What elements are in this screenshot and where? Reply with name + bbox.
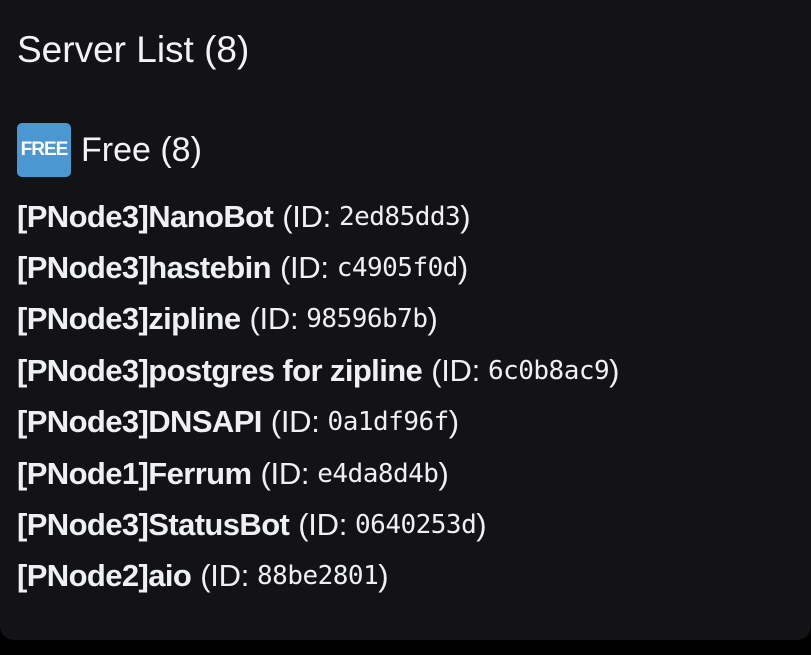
server-name: [PNode3]postgres for zipline: [17, 352, 423, 388]
server-id-suffix: ): [609, 352, 620, 388]
server-row: [PNode3]StatusBot (ID: 0640253d ): [17, 499, 619, 550]
server-id-suffix: ): [427, 301, 438, 337]
server-row: [PNode3]hastebin (ID: c4905f0d ): [17, 242, 619, 293]
server-id-suffix: ): [438, 455, 449, 491]
server-id-suffix: ): [448, 404, 459, 440]
server-id-prefix: (ID:: [298, 507, 348, 543]
server-id: 6c0b8ac9: [487, 355, 610, 386]
server-id-suffix: ): [378, 558, 389, 594]
page-title: Server List (8): [17, 29, 250, 70]
server-id-prefix: (ID:: [282, 198, 331, 234]
server-name: [PNode3]DNSAPI: [17, 404, 262, 440]
server-id: c4905f0d: [336, 253, 459, 284]
server-id: 0a1df96f: [327, 407, 450, 438]
server-name: [PNode3]zipline: [17, 301, 241, 337]
server-id-prefix: (ID:: [200, 558, 250, 594]
server-list-message: Server List (8) FREE Free (8) [PNode3]Na…: [0, 0, 811, 640]
server-id-prefix: (ID:: [260, 455, 310, 491]
server-id: 98596b7b: [306, 304, 428, 335]
server-id-prefix: (ID:: [431, 352, 480, 388]
server-id-prefix: (ID:: [279, 250, 329, 286]
free-badge-icon: FREE: [17, 123, 71, 177]
server-row: [PNode1]Ferrum (ID: e4da8d4b ): [17, 448, 619, 499]
server-id-prefix: (ID:: [249, 301, 299, 337]
server-name: [PNode2]aio: [17, 558, 192, 594]
section-header-free: FREE Free (8): [17, 122, 202, 178]
server-id: 2ed85dd3: [338, 201, 461, 232]
server-row: [PNode2]aio (ID: 88be2801 ): [17, 551, 619, 602]
server-row: [PNode3]DNSAPI (ID: 0a1df96f ): [17, 397, 619, 448]
server-name: [PNode1]Ferrum: [17, 455, 252, 491]
section-title: Free (8): [81, 130, 202, 169]
server-id-prefix: (ID:: [270, 404, 320, 440]
server-id-suffix: ): [460, 198, 471, 234]
server-name: [PNode3]NanoBot: [17, 198, 274, 234]
server-id-suffix: ): [457, 250, 468, 286]
server-row: [PNode3]NanoBot (ID: 2ed85dd3 ): [17, 191, 619, 242]
server-row: [PNode3]postgres for zipline (ID: 6c0b8a…: [17, 345, 620, 396]
server-id: 88be2801: [257, 561, 379, 592]
server-id: 0640253d: [355, 510, 477, 541]
server-id-suffix: ): [476, 507, 487, 543]
server-id: e4da8d4b: [317, 458, 439, 489]
server-name: [PNode3]hastebin: [17, 250, 272, 286]
server-list: [PNode3]NanoBot (ID: 2ed85dd3 ) [PNode3]…: [17, 191, 620, 602]
server-name: [PNode3]StatusBot: [17, 507, 290, 543]
server-row: [PNode3]zipline (ID: 98596b7b ): [17, 294, 619, 345]
